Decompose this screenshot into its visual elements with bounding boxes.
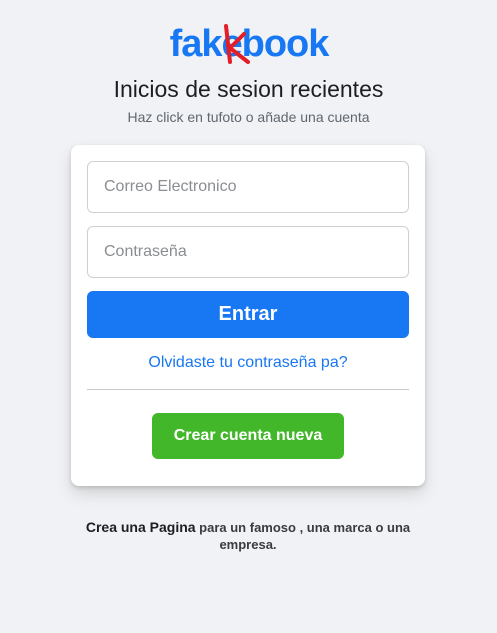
login-card: Entrar Olvidaste tu contraseña pa? Crear…: [71, 145, 425, 486]
fakebook-logo: fakebook: [0, 18, 497, 68]
login-button[interactable]: Entrar: [87, 291, 409, 338]
logo-wordmark: fakebook: [169, 23, 330, 65]
create-page-note: Crea una Pagina para un famoso , una mar…: [71, 519, 425, 553]
create-page-link[interactable]: Crea una Pagina: [86, 519, 196, 535]
divider: [87, 389, 409, 390]
create-account-button[interactable]: Crear cuenta nueva: [152, 413, 344, 459]
email-field[interactable]: [87, 161, 409, 213]
create-page-text: para un famoso , una marca o una empresa…: [195, 520, 411, 552]
page-subtitle: Haz click en tufoto o añade una cuenta: [127, 109, 370, 125]
page-title: Inicios de sesion recientes: [113, 76, 384, 102]
password-field[interactable]: [87, 226, 409, 278]
forgot-password-link[interactable]: Olvidaste tu contraseña pa?: [71, 353, 425, 373]
